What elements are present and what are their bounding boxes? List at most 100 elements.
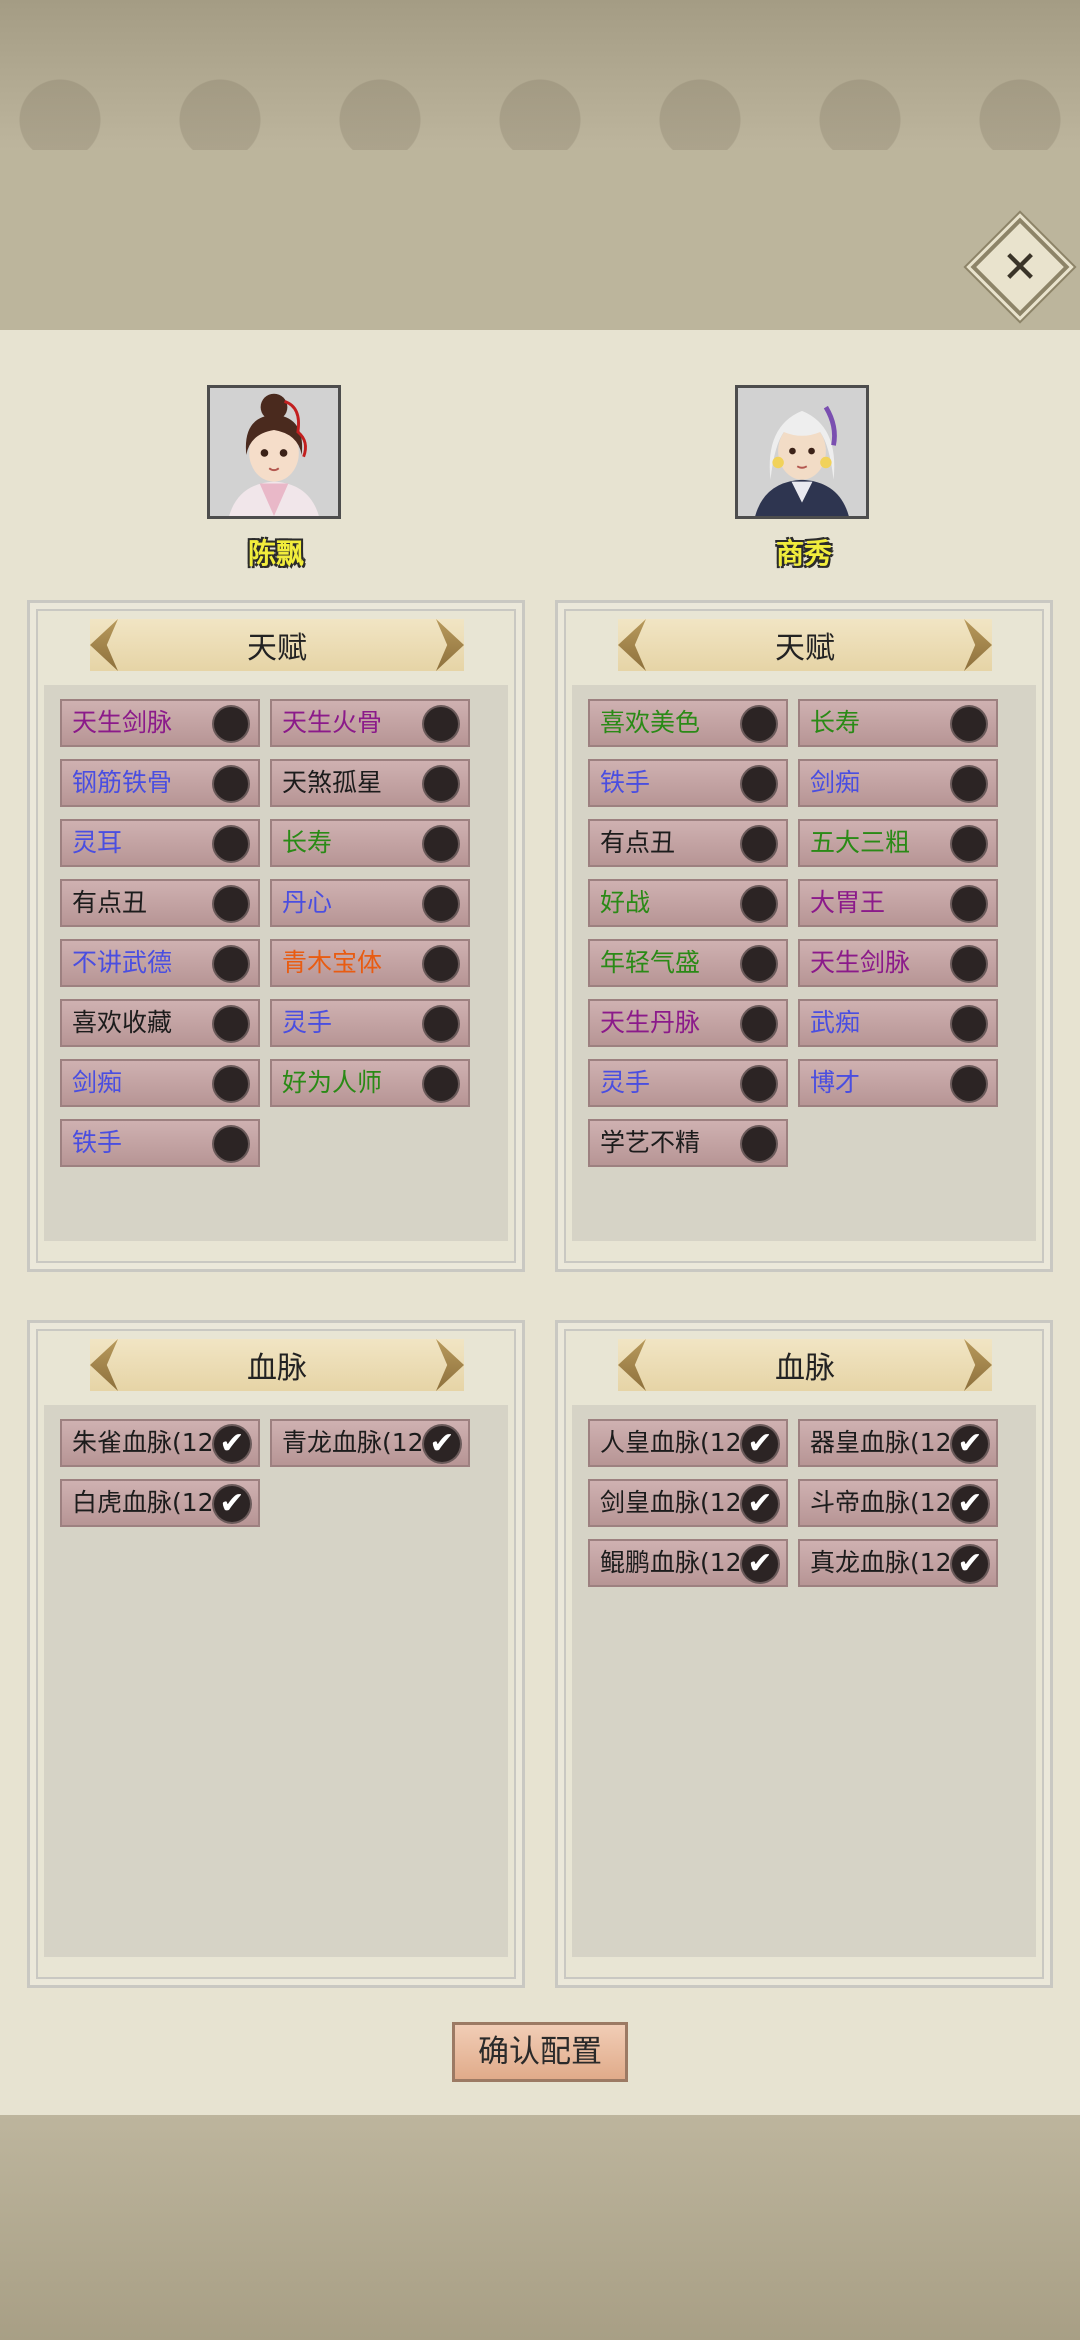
talent-label: 天生火骨 — [282, 708, 383, 737]
bloodline-chip[interactable]: 器皇血脉(12 ✔ — [798, 1419, 998, 1467]
arrow-left-icon — [90, 619, 118, 671]
talent-chip[interactable]: 天生剑脉 — [60, 699, 260, 747]
talent-chip[interactable]: 有点丑 — [588, 819, 788, 867]
bloodline-chip[interactable]: 真龙血脉(12 ✔ — [798, 1539, 998, 1587]
arrow-left-icon — [618, 619, 646, 671]
talent-panel-right: 天赋 喜欢美色 长寿 铁手 剑痴 有点丑 五大三粗 好战 大胃王 年轻气盛 天生剑脉 天生丹脉 武痴灵… — [555, 600, 1053, 1272]
bloodline-chip[interactable]: 鲲鹏血脉(12 ✔ — [588, 1539, 788, 1587]
toggle-dot-icon[interactable] — [952, 707, 986, 741]
talent-chip[interactable]: 不讲武德 — [60, 939, 260, 987]
top-decor-band — [0, 0, 1080, 150]
checkmark-icon[interactable]: ✔ — [742, 1486, 778, 1522]
toggle-dot-icon[interactable] — [424, 947, 458, 981]
toggle-dot-icon[interactable] — [424, 827, 458, 861]
talent-chip[interactable]: 年轻气盛 — [588, 939, 788, 987]
checkmark-icon[interactable]: ✔ — [952, 1426, 988, 1462]
toggle-dot-icon[interactable] — [214, 707, 248, 741]
toggle-dot-icon[interactable] — [742, 707, 776, 741]
toggle-dot-icon[interactable] — [214, 887, 248, 921]
checkmark-icon[interactable]: ✔ — [742, 1546, 778, 1582]
toggle-dot-icon[interactable] — [952, 1007, 986, 1041]
toggle-dot-icon[interactable] — [742, 947, 776, 981]
avatar-right[interactable] — [735, 385, 869, 519]
toggle-dot-icon[interactable] — [214, 1007, 248, 1041]
talent-chip[interactable]: 剑痴 — [798, 759, 998, 807]
confirm-config-button[interactable]: 确认配置 — [452, 2022, 628, 2082]
talent-chip[interactable]: 丹心 — [270, 879, 470, 927]
talent-chip[interactable]: 灵耳 — [60, 819, 260, 867]
talent-chip[interactable]: 灵手 — [588, 1059, 788, 1107]
checkmark-icon[interactable]: ✔ — [952, 1546, 988, 1582]
talent-chip[interactable]: 有点丑 — [60, 879, 260, 927]
talent-chip[interactable]: 铁手 — [60, 1119, 260, 1167]
talent-chip[interactable]: 好战 — [588, 879, 788, 927]
talent-chip[interactable]: 大胃王 — [798, 879, 998, 927]
toggle-dot-icon[interactable] — [742, 827, 776, 861]
checkmark-icon[interactable]: ✔ — [952, 1486, 988, 1522]
talent-list: 喜欢美色 长寿 铁手 剑痴有点丑 五大三粗 好战 大胃王 年轻气盛 天生剑脉 天生丹脉 武痴 灵手 博才… — [572, 685, 1036, 1241]
talent-chip[interactable]: 喜欢美色 — [588, 699, 788, 747]
toggle-dot-icon[interactable] — [214, 1127, 248, 1161]
female-hero-portrait-icon — [210, 388, 338, 516]
talent-chip[interactable]: 天煞孤星 — [270, 759, 470, 807]
bloodline-list: 朱雀血脉(12 ✔ 青龙血脉(12 ✔ 白虎血脉(12 ✔ — [44, 1405, 508, 1957]
talent-label: 喜欢收藏 — [72, 1008, 173, 1037]
close-button[interactable]: ✕ — [970, 217, 1070, 317]
talent-chip[interactable]: 学艺不精 — [588, 1119, 788, 1167]
toggle-dot-icon[interactable] — [424, 1067, 458, 1101]
toggle-dot-icon[interactable] — [424, 1007, 458, 1041]
toggle-dot-icon[interactable] — [742, 887, 776, 921]
bloodline-chip[interactable]: 青龙血脉(12 ✔ — [270, 1419, 470, 1467]
toggle-dot-icon[interactable] — [952, 887, 986, 921]
talent-label: 喜欢美色 — [600, 708, 701, 737]
bloodline-label: 人皇血脉(12 — [600, 1428, 742, 1457]
talent-chip[interactable]: 灵手 — [270, 999, 470, 1047]
toggle-dot-icon[interactable] — [952, 827, 986, 861]
talent-chip[interactable]: 长寿 — [270, 819, 470, 867]
talent-chip[interactable]: 青木宝体 — [270, 939, 470, 987]
talent-chip[interactable]: 天生剑脉 — [798, 939, 998, 987]
talent-chip[interactable]: 五大三粗 — [798, 819, 998, 867]
toggle-dot-icon[interactable] — [214, 1067, 248, 1101]
checkmark-icon[interactable]: ✔ — [214, 1486, 250, 1522]
bloodline-header: 血脉 — [618, 1339, 992, 1391]
toggle-dot-icon[interactable] — [742, 1127, 776, 1161]
toggle-dot-icon[interactable] — [424, 767, 458, 801]
talent-chip[interactable]: 钢筋铁骨 — [60, 759, 260, 807]
talent-chip[interactable]: 长寿 — [798, 699, 998, 747]
toggle-dot-icon[interactable] — [952, 767, 986, 801]
toggle-dot-icon[interactable] — [424, 707, 458, 741]
toggle-dot-icon[interactable] — [214, 827, 248, 861]
talent-label: 天煞孤星 — [282, 768, 383, 797]
talent-chip[interactable]: 好为人师 — [270, 1059, 470, 1107]
talent-chip[interactable]: 天生丹脉 — [588, 999, 788, 1047]
bloodline-chip[interactable]: 斗帝血脉(12 ✔ — [798, 1479, 998, 1527]
toggle-dot-icon[interactable] — [952, 947, 986, 981]
bloodline-label: 青龙血脉(12 — [282, 1428, 424, 1457]
toggle-dot-icon[interactable] — [742, 1007, 776, 1041]
checkmark-icon[interactable]: ✔ — [214, 1426, 250, 1462]
talent-chip[interactable]: 博才 — [798, 1059, 998, 1107]
talent-chip[interactable]: 喜欢收藏 — [60, 999, 260, 1047]
bloodline-chip[interactable]: 白虎血脉(12 ✔ — [60, 1479, 260, 1527]
toggle-dot-icon[interactable] — [952, 1067, 986, 1101]
talent-chip[interactable]: 武痴 — [798, 999, 998, 1047]
checkmark-icon[interactable]: ✔ — [742, 1426, 778, 1462]
talent-label: 有点丑 — [600, 828, 676, 857]
toggle-dot-icon[interactable] — [424, 887, 458, 921]
bloodline-chip[interactable]: 剑皇血脉(12 ✔ — [588, 1479, 788, 1527]
toggle-dot-icon[interactable] — [742, 1067, 776, 1101]
toggle-dot-icon[interactable] — [742, 767, 776, 801]
avatar-left[interactable] — [207, 385, 341, 519]
arrow-right-icon — [964, 1339, 992, 1391]
talent-chip[interactable]: 铁手 — [588, 759, 788, 807]
bloodline-chip[interactable]: 朱雀血脉(12 ✔ — [60, 1419, 260, 1467]
bloodline-label: 鲲鹏血脉(12 — [600, 1548, 742, 1577]
bloodline-chip[interactable]: 人皇血脉(12 ✔ — [588, 1419, 788, 1467]
toggle-dot-icon[interactable] — [214, 767, 248, 801]
checkmark-icon[interactable]: ✔ — [424, 1426, 460, 1462]
toggle-dot-icon[interactable] — [214, 947, 248, 981]
talent-chip[interactable]: 剑痴 — [60, 1059, 260, 1107]
talent-chip[interactable]: 天生火骨 — [270, 699, 470, 747]
talent-title: 天赋 — [247, 631, 307, 666]
